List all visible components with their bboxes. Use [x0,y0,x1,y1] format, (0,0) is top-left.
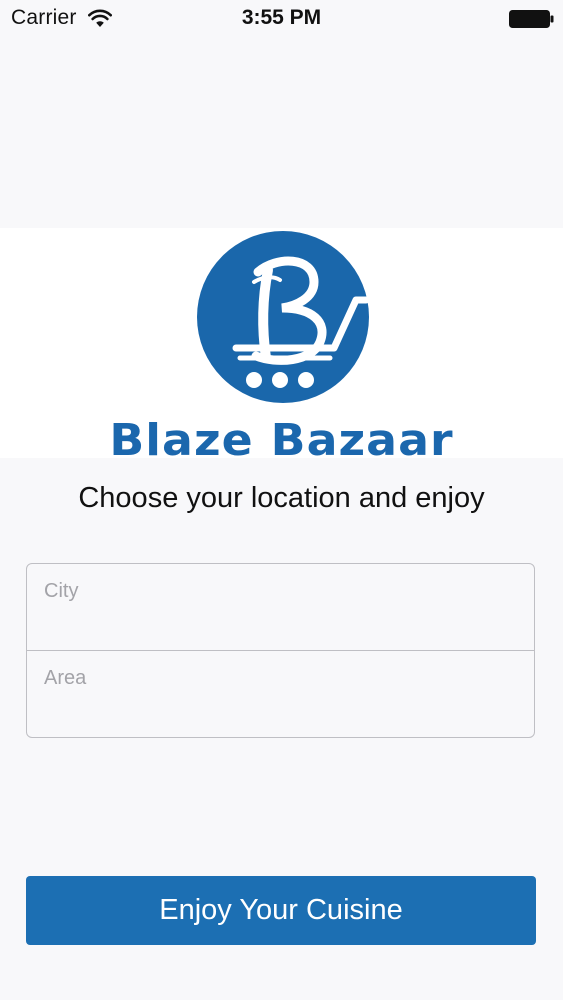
battery-icon [509,10,554,28]
city-input[interactable] [44,576,514,606]
status-bar: Carrier 3:55 PM [0,0,563,40]
area-input[interactable] [44,663,514,693]
blaze-bazaar-logo-icon [197,231,370,403]
status-time: 3:55 PM [241,6,322,29]
enjoy-cuisine-button[interactable]: Enjoy Your Cuisine [26,876,536,945]
location-form [26,563,535,738]
city-field [27,564,534,651]
area-field [27,651,534,738]
logo-banner: Blaze Bazaar [0,228,563,458]
brand-name: Blaze Bazaar [109,415,454,459]
location-screen: Carrier 3:55 PM Blaze Bazaar Choose your… [0,0,563,1000]
page-heading: Choose your location and enjoy [78,482,485,514]
